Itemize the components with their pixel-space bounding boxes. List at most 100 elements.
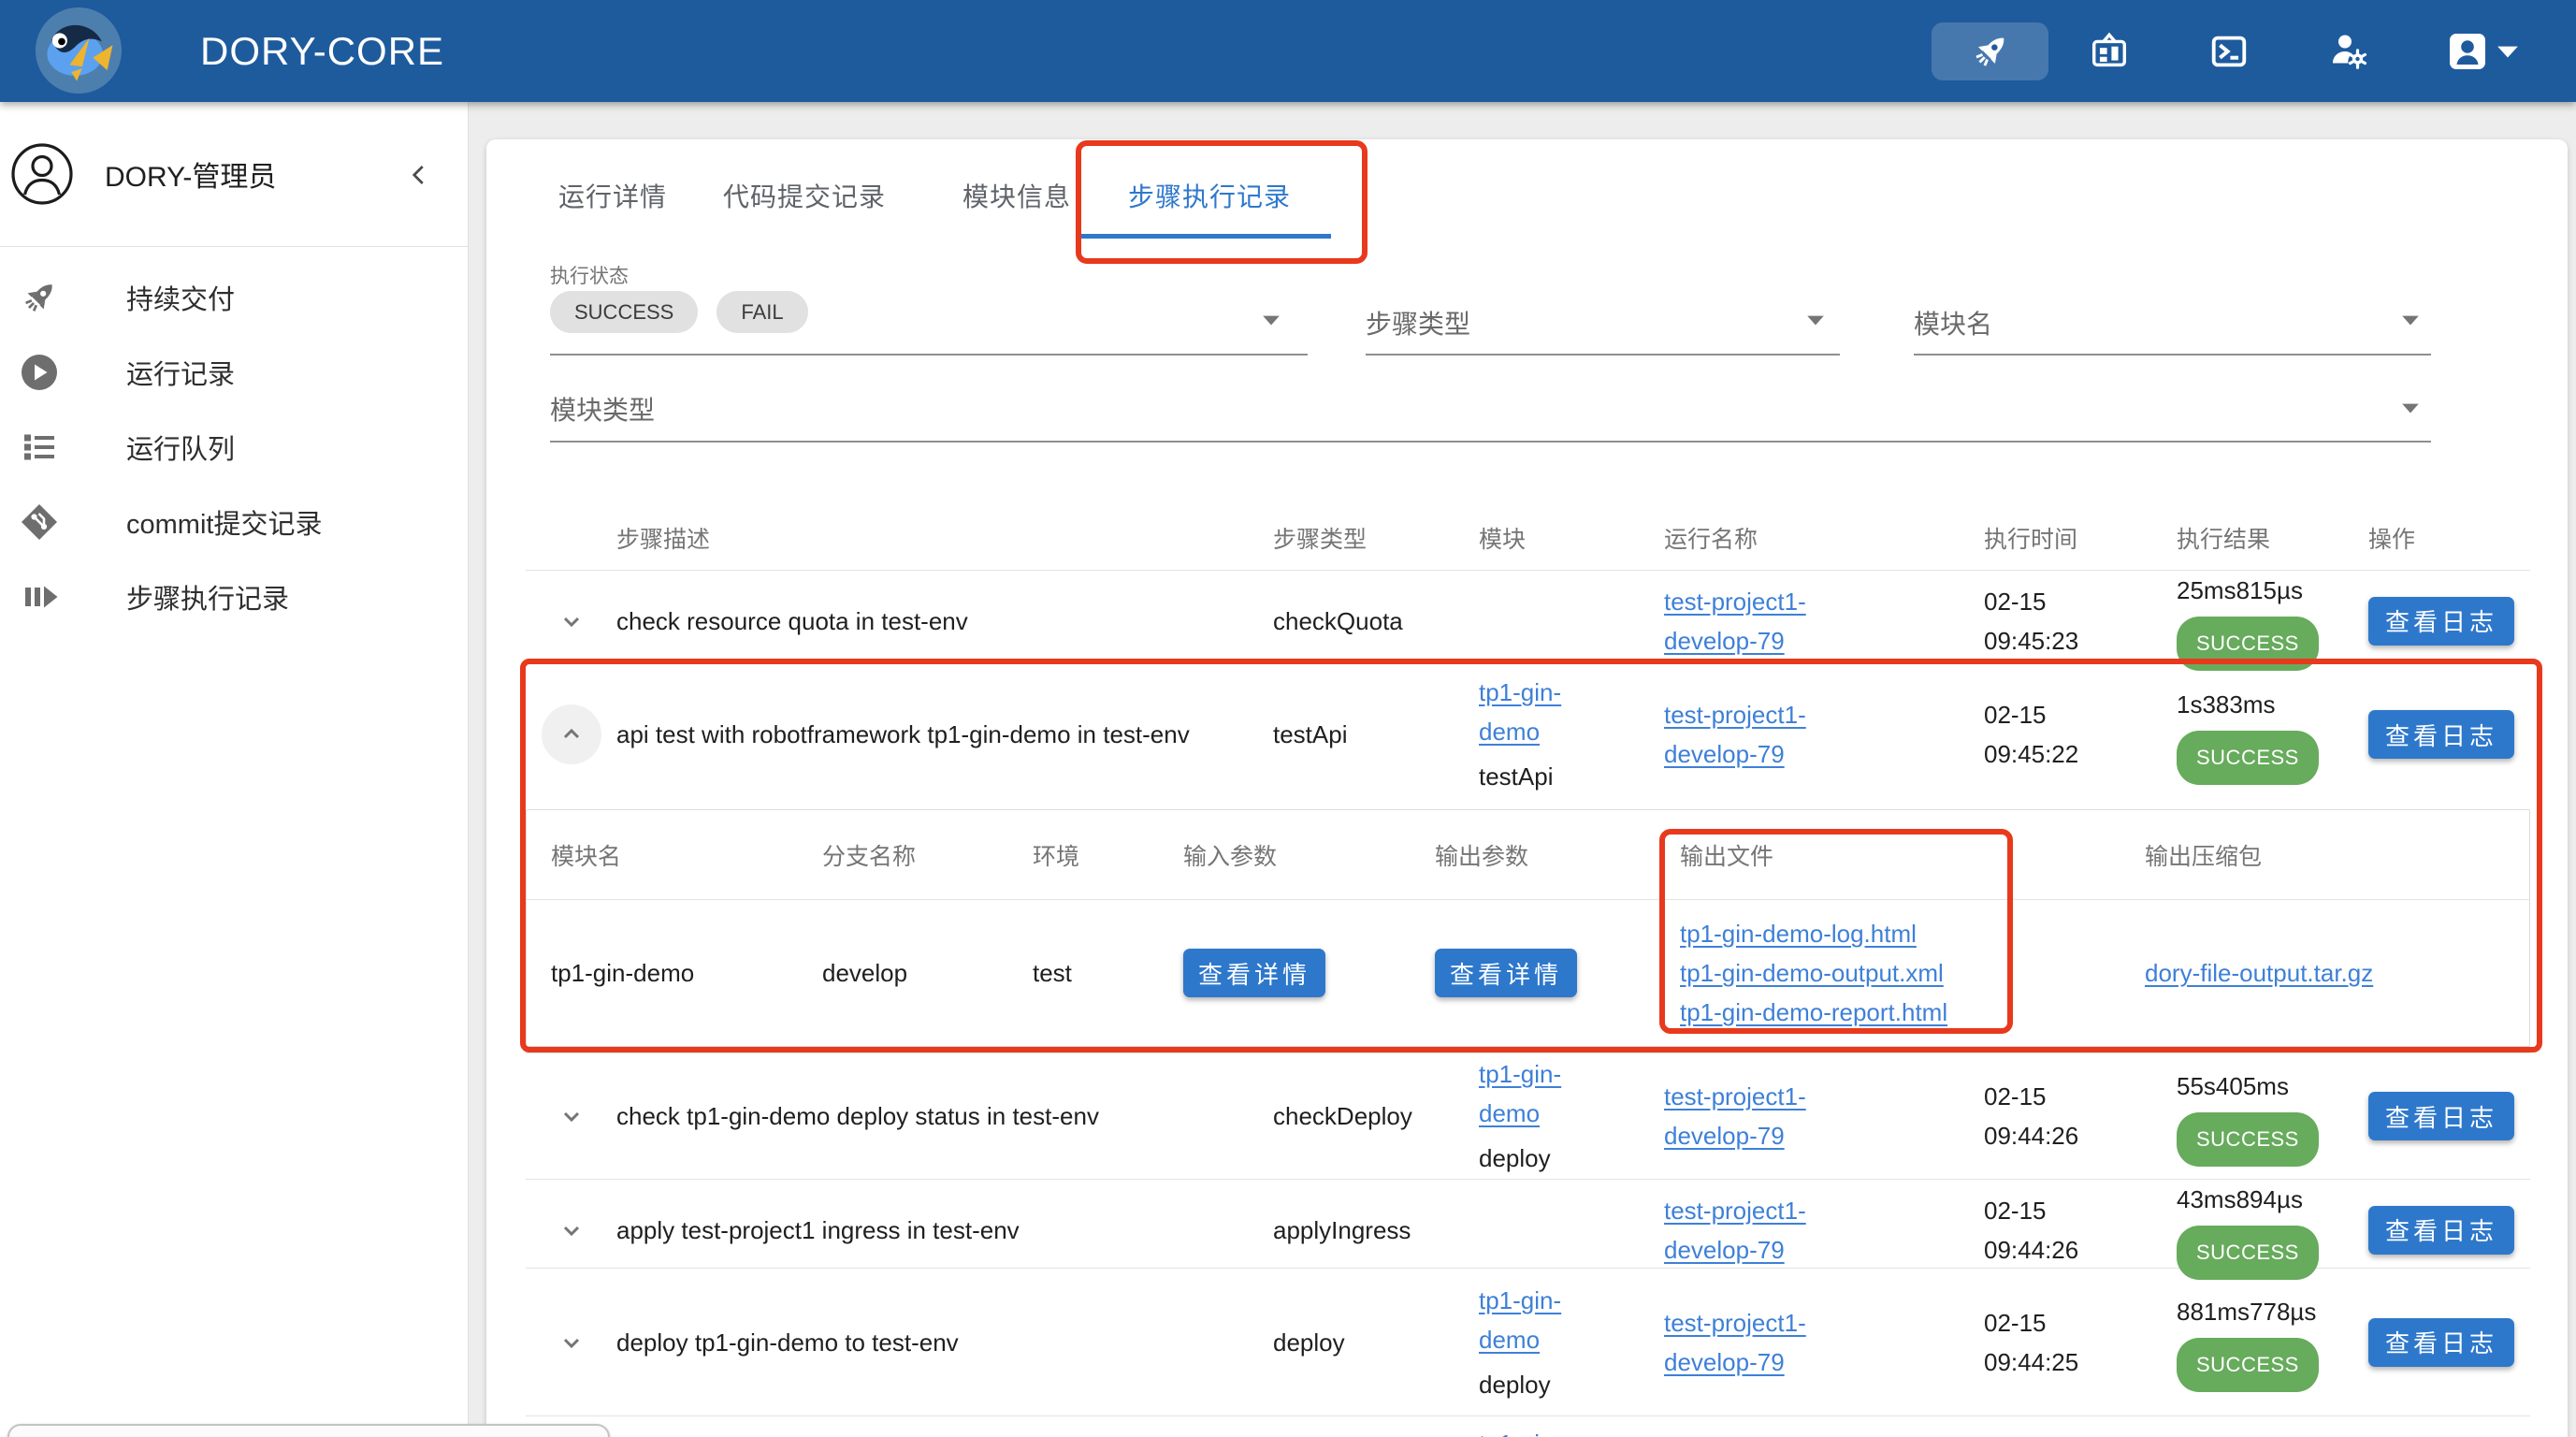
output-file-link[interactable]: tp1-gin-demo-output.xml [1680, 953, 2145, 993]
terminal-icon[interactable] [2207, 0, 2250, 102]
module-name-underline [1914, 354, 2431, 356]
step-type: deploy [1273, 1323, 1479, 1362]
expand-chevron-icon[interactable] [555, 1213, 588, 1247]
steps-icon [19, 576, 60, 617]
run-name-link[interactable]: test-project1-develop-79 [1664, 1303, 1860, 1382]
col-module: 模块 [1479, 521, 1664, 555]
expand-chevron-icon[interactable] [555, 1099, 588, 1133]
view-output-params-button[interactable]: 查看详情 [1435, 949, 1577, 997]
account-caret-icon[interactable] [2494, 0, 2522, 102]
sidebar-header: DORY-管理员 [0, 102, 468, 247]
col-step-type: 步骤类型 [1273, 521, 1479, 555]
detail-env: test [1033, 953, 1183, 993]
col-exec-time: 执行时间 [1984, 521, 2177, 555]
col-run-name: 运行名称 [1664, 521, 1984, 555]
view-log-button[interactable]: 查看日志 [2368, 597, 2514, 646]
run-name-link[interactable]: test-project1-develop-79 [1664, 582, 1860, 660]
module-type-select[interactable]: 模块类型 [550, 390, 655, 428]
exec-time: 02-15 09:44:26 [1984, 1077, 2096, 1155]
sidebar-item-run-records[interactable]: 运行记录 [0, 335, 468, 410]
step-type-select[interactable]: 步骤类型 [1366, 304, 1470, 341]
step-type: applyIngress [1273, 1211, 1479, 1250]
duration: 43ms894µs [2177, 1180, 2368, 1219]
user-name: DORY-管理员 [105, 102, 276, 246]
col-output-files: 输出文件 [1680, 838, 2145, 872]
output-file-link[interactable]: tp1-gin-demo-log.html [1680, 914, 2145, 953]
sidebar-item-commit-records[interactable]: commit提交记录 [0, 485, 468, 559]
table-row: check resource quota in test-env checkQu… [526, 571, 2530, 659]
status-filter-chips: SUCCESS FAIL [550, 291, 808, 333]
sidebar-item-label: 持续交付 [126, 278, 235, 317]
list-icon [19, 427, 60, 468]
output-file-links: tp1-gin-demo-log.html tp1-gin-demo-outpu… [1680, 914, 2145, 1032]
step-description: api test with robotframework tp1-gin-dem… [616, 715, 1234, 754]
col-actions: 操作 [2368, 521, 2530, 555]
task-board-icon[interactable] [2088, 0, 2131, 102]
user-avatar-icon [8, 140, 76, 208]
expand-chevron-icon[interactable] [555, 604, 588, 638]
step-type-underline [1366, 354, 1840, 356]
table-header-row: 步骤描述 步骤类型 模块 运行名称 执行时间 执行结果 操作 [526, 505, 2530, 570]
account-icon[interactable] [2445, 0, 2490, 102]
duration: 25ms815µs [2177, 571, 2368, 610]
sidebar-collapse-chevron-icon[interactable] [402, 158, 436, 192]
sidebar-item-continuous-delivery[interactable]: 持续交付 [0, 260, 468, 335]
step-detail-table: 模块名 分支名称 环境 输入参数 输出参数 输出文件 输出压缩包 tp1-gin… [526, 809, 2530, 1047]
bottom-popup-edge [7, 1424, 610, 1437]
duration: 1s383ms [2177, 685, 2368, 724]
view-input-params-button[interactable]: 查看详情 [1183, 949, 1325, 997]
active-tab-underline [1078, 234, 1331, 239]
tab-code-commits[interactable]: 代码提交记录 [723, 177, 886, 214]
run-name-link[interactable]: test-project1-develop-79 [1664, 695, 1860, 774]
module-name-caret-icon[interactable] [2400, 313, 2421, 327]
rocket-nav-button[interactable] [1932, 22, 2048, 80]
detail-header-row: 模块名 分支名称 环境 输入参数 输出参数 输出文件 输出压缩包 [527, 810, 2529, 899]
tab-run-details[interactable]: 运行详情 [558, 177, 667, 214]
module-type-underline [550, 441, 2431, 443]
status-badge: SUCCESS [2177, 617, 2319, 671]
dory-fish-logo-icon [36, 7, 122, 94]
rocket-icon [19, 277, 60, 318]
exec-time: 02-15 09:45:23 [1984, 582, 2096, 660]
col-step-desc: 步骤描述 [616, 521, 1273, 555]
table-row-expanded: api test with robotframework tp1-gin-dem… [526, 660, 2530, 809]
module-link[interactable]: tp1-gin-demo [1479, 673, 1578, 751]
view-log-button[interactable]: 查看日志 [2368, 1092, 2514, 1140]
status-filter-caret-icon[interactable] [1261, 313, 1281, 327]
step-type: testApi [1273, 715, 1479, 754]
module-link[interactable]: tp1-gin- [1479, 1424, 1578, 1437]
chip-success[interactable]: SUCCESS [550, 291, 698, 333]
table-row: check tp1-gin-demo deploy status in test… [526, 1053, 2530, 1179]
col-output-archive: 输出压缩包 [2145, 838, 2529, 872]
sidebar-item-run-queue[interactable]: 运行队列 [0, 410, 468, 485]
run-name-link[interactable]: test-project1-develop-79 [1664, 1191, 1860, 1270]
tab-module-info[interactable]: 模块信息 [962, 177, 1071, 214]
view-log-button[interactable]: 查看日志 [2368, 1318, 2514, 1367]
expand-chevron-icon[interactable] [555, 1326, 588, 1359]
output-archive-link[interactable]: dory-file-output.tar.gz [2145, 959, 2373, 987]
tab-step-records[interactable]: 步骤执行记录 [1128, 177, 1291, 214]
output-file-link[interactable]: tp1-gin-demo-report.html [1680, 993, 2145, 1032]
step-description: deploy tp1-gin-demo to test-env [616, 1323, 1234, 1362]
run-name-link[interactable]: test-project1-develop-79 [1664, 1077, 1860, 1155]
status-filter-label: 执行状态 [550, 261, 629, 289]
view-log-button[interactable]: 查看日志 [2368, 1206, 2514, 1255]
exec-time: 02-15 09:44:25 [1984, 1303, 2096, 1382]
view-log-button[interactable]: 查看日志 [2368, 710, 2514, 759]
module-name-select[interactable]: 模块名 [1914, 304, 1992, 341]
sidebar: DORY-管理员 持续交付 [0, 102, 469, 1437]
table-row: apply test-project1 ingress in test-env … [526, 1180, 2530, 1268]
step-type-caret-icon[interactable] [1805, 313, 1826, 327]
status-badge: SUCCESS [2177, 1226, 2319, 1280]
module-link[interactable]: tp1-gin-demo [1479, 1054, 1578, 1133]
sidebar-item-step-records[interactable]: 步骤执行记录 [0, 559, 468, 634]
detail-module-name: tp1-gin-demo [551, 953, 822, 993]
step-description: check resource quota in test-env [616, 602, 1234, 641]
status-filter-underline [550, 354, 1308, 356]
col-env: 环境 [1033, 838, 1183, 872]
chip-fail[interactable]: FAIL [716, 291, 807, 333]
collapse-chevron-icon[interactable] [542, 704, 601, 764]
user-settings-icon[interactable] [2328, 0, 2373, 102]
module-type-caret-icon[interactable] [2400, 401, 2421, 414]
module-link[interactable]: tp1-gin-demo [1479, 1281, 1578, 1359]
